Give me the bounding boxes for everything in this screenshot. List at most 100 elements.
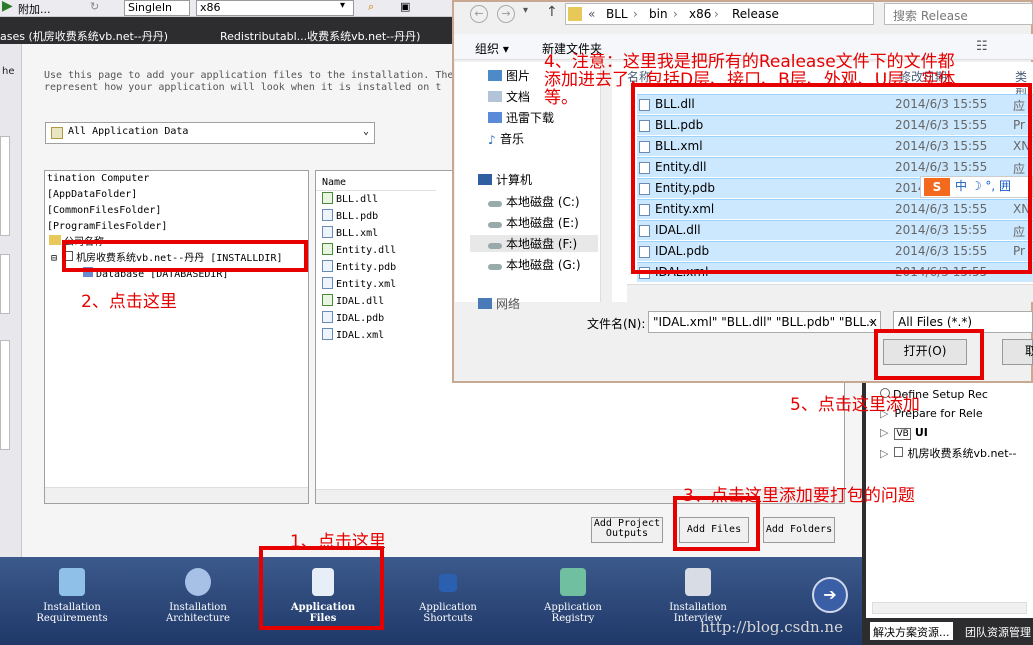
add-project-outputs-button[interactable]: Add Project Outputs (591, 517, 663, 543)
nav-xunlei[interactable]: 迅雷下载 (488, 109, 554, 126)
left-panel-tab[interactable] (0, 136, 10, 236)
tab-redistributables[interactable]: Redistributabl...收费系统vb.net--丹丹) (220, 28, 420, 44)
left-panel-tab[interactable] (0, 340, 10, 450)
annotation-box-open-button (874, 329, 984, 380)
network-icon (478, 298, 492, 309)
platform-combo[interactable]: x86 (196, 0, 354, 16)
collapse-icon[interactable]: ⊟ (51, 253, 57, 264)
find-icon[interactable]: ⌕ (368, 0, 374, 14)
interview-icon (685, 568, 711, 596)
nav-network[interactable]: 网络 (478, 295, 520, 312)
file-icon (322, 209, 333, 221)
view-options-icon[interactable]: ☷ (976, 39, 988, 54)
config-combo[interactable]: SingleIn (124, 0, 190, 16)
chevron-right-icon: › (673, 7, 678, 21)
nav-drive-c[interactable]: 本地磁盘 (C:) (488, 193, 580, 210)
nav-music[interactable]: ♪ 音乐 (488, 130, 524, 147)
annotation-box-tree-item (62, 240, 308, 272)
file-icon (322, 243, 333, 255)
recent-dropdown-icon[interactable]: ▾ (523, 5, 528, 16)
tree-item[interactable]: [CommonFilesFolder] (45, 203, 308, 219)
add-folders-button[interactable]: Add Folders (763, 517, 835, 543)
annotation-box-file-list (631, 83, 1032, 274)
page-hint-line2: represent how your application will look… (44, 82, 442, 93)
horizontal-scrollbar[interactable] (872, 602, 1027, 614)
filename-label: 文件名(N): (587, 317, 646, 331)
nav-installation-requirements[interactable]: Installation Requirements (22, 568, 122, 624)
chevron-down-icon: ⌄ (362, 126, 369, 137)
file-icon (322, 192, 333, 204)
music-icon: ♪ (488, 133, 496, 147)
chevron-down-icon[interactable]: ⌄ (867, 315, 875, 326)
nav-drive-g[interactable]: 本地磁盘 (G:) (488, 256, 581, 273)
nav-drive-e[interactable]: 本地磁盘 (E:) (488, 214, 579, 231)
document-tab-bar: ases (机房收费系统vb.net--丹丹) Redistributabl..… (0, 27, 460, 44)
forward-icon[interactable]: → (497, 5, 515, 23)
next-arrow-icon[interactable]: ➔ (812, 577, 848, 613)
left-strip-label: he (2, 66, 15, 77)
application-data-dropdown[interactable]: All Application Data ⌄ (45, 122, 375, 144)
left-toolbox-strip: he (0, 44, 22, 557)
file-icon (322, 328, 333, 340)
toolbar-icon[interactable]: ▣ (400, 0, 410, 13)
panel-tabs: 解决方案资源... 团队资源管理 (866, 618, 1033, 645)
nav-computer[interactable]: 计算机 (478, 171, 532, 188)
tab-releases[interactable]: ases (机房收费系统vb.net--丹丹) (0, 28, 168, 44)
registry-icon (560, 568, 586, 596)
tree-item[interactable]: tination Computer (45, 171, 308, 187)
organize-button[interactable]: 组织 ▾ (475, 40, 509, 57)
chevron-right-icon: › (633, 7, 638, 21)
nav-pictures[interactable]: 图片 (488, 67, 530, 84)
attach-button[interactable]: 附加... (18, 1, 51, 17)
tab-solution-explorer[interactable]: 解决方案资源... (870, 622, 953, 640)
file-icon (322, 277, 333, 289)
nav-installation-interview[interactable]: Installation Interview (648, 568, 748, 624)
breadcrumb-release[interactable]: Release (732, 7, 779, 21)
start-debug-icon[interactable]: ▶ (2, 0, 13, 14)
horizontal-scrollbar[interactable] (45, 487, 308, 503)
folder-icon (49, 235, 61, 245)
file-icon (322, 260, 333, 272)
annotation-step-3: 3、点击这里添加要打包的问题 (683, 486, 915, 506)
nav-documents[interactable]: 文档 (488, 88, 530, 105)
up-icon[interactable]: ↑ (546, 4, 558, 20)
name-column-header[interactable]: Name (316, 171, 436, 191)
drive-icon (488, 201, 502, 207)
tree-item[interactable]: [AppDataFolder] (45, 187, 308, 203)
nav-installation-architecture[interactable]: Installation Architecture (148, 568, 248, 624)
nav-drive-f[interactable]: 本地磁盘 (F:) (470, 235, 598, 252)
solution-explorer-panel: Define Setup Rec ▷ Prepare for Rele ▷ VB UI… (862, 380, 1033, 645)
folder-icon (568, 7, 582, 21)
left-panel-tab[interactable] (0, 254, 10, 314)
annotation-step-2: 2、点击这里 (81, 292, 177, 312)
nav-application-shortcuts[interactable]: Application Shortcuts (398, 568, 498, 624)
tree-item[interactable]: [ProgramFilesFolder] (45, 219, 308, 235)
file-icon (322, 294, 333, 306)
breadcrumb-bll[interactable]: BLL (606, 7, 628, 21)
page-hint-line1: Use this page to add your application fi… (44, 70, 454, 81)
back-icon[interactable]: ← (470, 5, 488, 23)
vb-project-icon: VB (894, 428, 911, 440)
horizontal-scrollbar[interactable] (627, 284, 1033, 302)
refresh-icon[interactable]: ↻ (90, 0, 99, 13)
nav-application-registry[interactable]: Application Registry (523, 568, 623, 624)
destination-tree: tination Computer [AppDataFolder] [Commo… (44, 170, 309, 504)
address-bar[interactable]: « BLL › bin › x86 › Release (565, 3, 874, 25)
annotation-step-5: 5、点击这里添加 (790, 395, 920, 415)
solution-item-ui[interactable]: ▷ VB UI (880, 426, 928, 440)
breadcrumb-bin[interactable]: bin (649, 7, 668, 21)
nav-margin (455, 62, 470, 302)
solution-item-project[interactable]: ▷ 机房收费系统vb.net-- (880, 445, 1016, 461)
overflow-chevron-icon[interactable]: « (588, 7, 595, 21)
breadcrumb-x86[interactable]: x86 (689, 7, 711, 21)
chevron-down-icon[interactable]: ▾ (340, 0, 345, 11)
search-input[interactable]: 搜索 Release (884, 3, 1033, 25)
expand-arrow-icon[interactable]: ▷ (880, 447, 888, 460)
expand-arrow-icon[interactable]: ▷ (880, 426, 888, 439)
cancel-button[interactable]: 取 (1002, 339, 1033, 365)
project-icon (894, 447, 904, 457)
chevron-right-icon: › (714, 7, 719, 21)
filename-input[interactable]: "IDAL.xml" "BLL.dll" "BLL.pdb" "BLL.x (648, 311, 881, 333)
tab-team-explorer[interactable]: 团队资源管理 (962, 622, 1033, 640)
dropdown-value: All Application Data (68, 126, 189, 137)
